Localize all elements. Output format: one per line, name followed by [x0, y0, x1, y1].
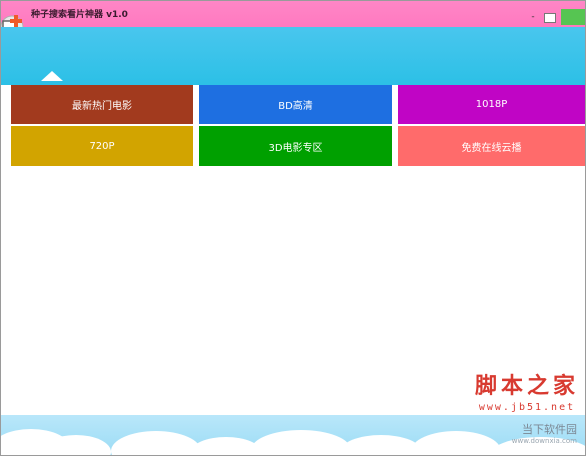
category-tiles: 最新热门电影 BD高清 1018P 720P 3D电影专区 免费在线云播 — [1, 85, 585, 167]
corner-watermark: 当下软件园 — [522, 423, 577, 436]
tile-720p[interactable]: 720P — [11, 126, 193, 166]
close-button[interactable] — [561, 9, 585, 25]
cloud-shape — [111, 431, 201, 455]
cloud-shape — [341, 435, 421, 455]
tile-3d-movies[interactable]: 3D电影专区 — [199, 126, 392, 166]
cloud-shape — [411, 431, 501, 455]
minimize-button[interactable]: - — [527, 11, 539, 23]
tile-bd-hd[interactable]: BD高清 — [199, 85, 392, 124]
title-bar[interactable]: 种子搜索看片神器 v1.0 - — [1, 1, 585, 27]
cloud-shape — [251, 430, 351, 455]
tile-1018p[interactable]: 1018P — [398, 85, 585, 124]
app-window: 种子搜索看片神器 v1.0 - 最新热门电影 BD高清 1018P 720P 3… — [0, 0, 586, 456]
corner-watermark-url: www.downxia.com — [511, 437, 577, 445]
tile-latest-movies[interactable]: 最新热门电影 — [11, 85, 193, 124]
watermark-title: 脚本之家 — [474, 373, 579, 399]
tile-free-online[interactable]: 免费在线云播 — [398, 126, 585, 166]
banner-pointer-icon — [41, 71, 63, 81]
watermark-url: www.jb51.net — [478, 402, 576, 413]
header-banner — [1, 27, 585, 85]
maximize-button[interactable] — [544, 13, 556, 23]
footer-clouds: 当下软件园 www.downxia.com — [1, 415, 585, 455]
site-watermark: 脚本之家 www.jb51.net — [475, 368, 579, 413]
window-title: 种子搜索看片神器 v1.0 — [31, 10, 128, 20]
